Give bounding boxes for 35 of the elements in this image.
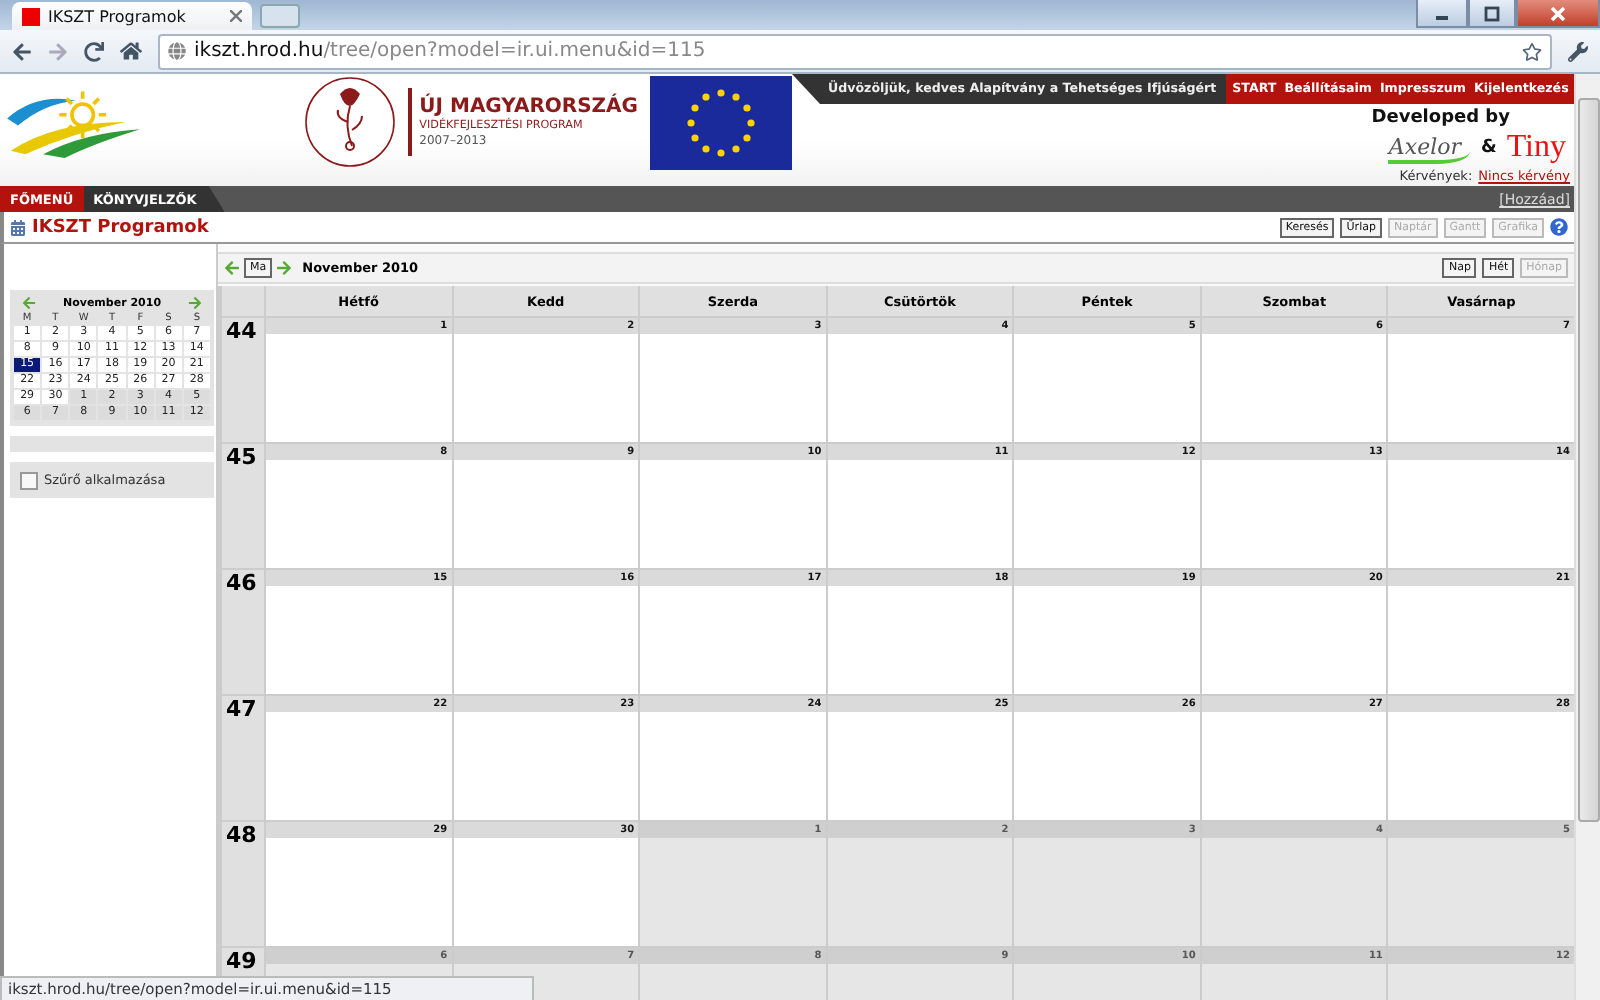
previous-icon[interactable] [224,260,240,276]
program-title: ÚJ MAGYARORSZÁG [419,96,638,118]
browser-tab[interactable]: IKSZT Programok [12,2,252,30]
week-number: 44 [222,318,264,442]
partner-logo[interactable]: Axelor [1388,133,1471,163]
week-number: 47 [222,696,264,820]
close-icon [1550,5,1566,21]
help-icon[interactable] [1550,218,1568,236]
close-icon[interactable] [230,10,242,22]
next-icon[interactable] [276,260,293,276]
minimize-button[interactable] [1416,0,1468,28]
settings-button[interactable] [1568,41,1588,61]
favicon-icon [22,7,40,25]
flag-drawing [650,75,792,169]
ampersand-text: & [1480,138,1497,158]
week-number: 45 [222,444,264,568]
checkbox[interactable] [20,471,38,489]
maximize-icon [1484,5,1500,21]
calendar-icon [10,219,26,235]
partner-logo[interactable]: Tiny [1506,130,1566,166]
page-title: IKSZT Programok [32,217,209,237]
flower-logo-drawing [299,74,400,170]
url-text: ikszt.hrod.hu/tree/open?model=ir.ui.menu&id=115 [194,40,706,62]
week-number: 46 [222,570,264,694]
close-button[interactable] [1516,0,1600,28]
reload-button[interactable] [84,41,104,61]
bookmark-star-icon[interactable] [1522,41,1542,61]
maximize-button[interactable] [1468,0,1516,28]
globe-icon [168,42,186,60]
scrollbar[interactable] [1574,74,1600,1000]
address-field[interactable]: ikszt.hrod.hu/tree/open?model=ir.ui.menu&id=115 [158,33,1552,69]
back-button[interactable] [12,41,32,61]
home-button[interactable] [120,40,142,62]
week-number: 48 [222,822,264,946]
developed-by-text: Developed by [1371,108,1510,128]
